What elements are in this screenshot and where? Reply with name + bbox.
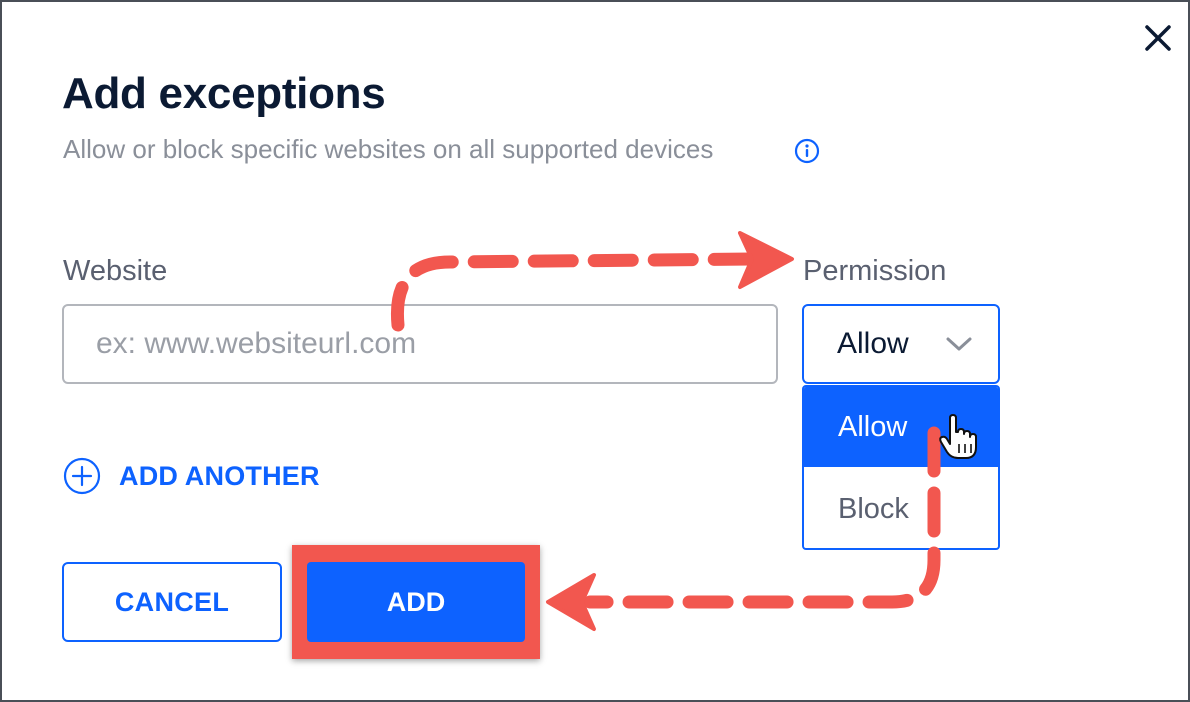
dropdown-option-block[interactable]: Block bbox=[804, 469, 998, 548]
dialog-title: Add exceptions bbox=[62, 69, 386, 118]
info-icon[interactable] bbox=[794, 138, 820, 164]
add-exceptions-dialog: Add exceptions Allow or block specific w… bbox=[0, 0, 1190, 702]
cancel-button[interactable]: CANCEL bbox=[62, 562, 282, 642]
hand-pointer-icon bbox=[939, 414, 977, 459]
permission-label: Permission bbox=[803, 255, 947, 287]
plus-circle-icon bbox=[63, 457, 101, 495]
permission-select[interactable]: Allow bbox=[802, 304, 1000, 384]
close-button[interactable] bbox=[1138, 18, 1178, 58]
website-label: Website bbox=[63, 255, 168, 287]
add-another-label: ADD ANOTHER bbox=[119, 461, 320, 491]
close-icon bbox=[1145, 25, 1171, 51]
permission-select-value: Allow bbox=[837, 327, 909, 360]
website-input[interactable] bbox=[62, 304, 778, 384]
permission-dropdown-menu: Allow Block bbox=[802, 385, 1000, 550]
chevron-down-icon bbox=[946, 337, 972, 351]
add-button[interactable]: ADD bbox=[307, 562, 525, 642]
dialog-subtitle: Allow or block specific websites on all … bbox=[63, 134, 714, 164]
